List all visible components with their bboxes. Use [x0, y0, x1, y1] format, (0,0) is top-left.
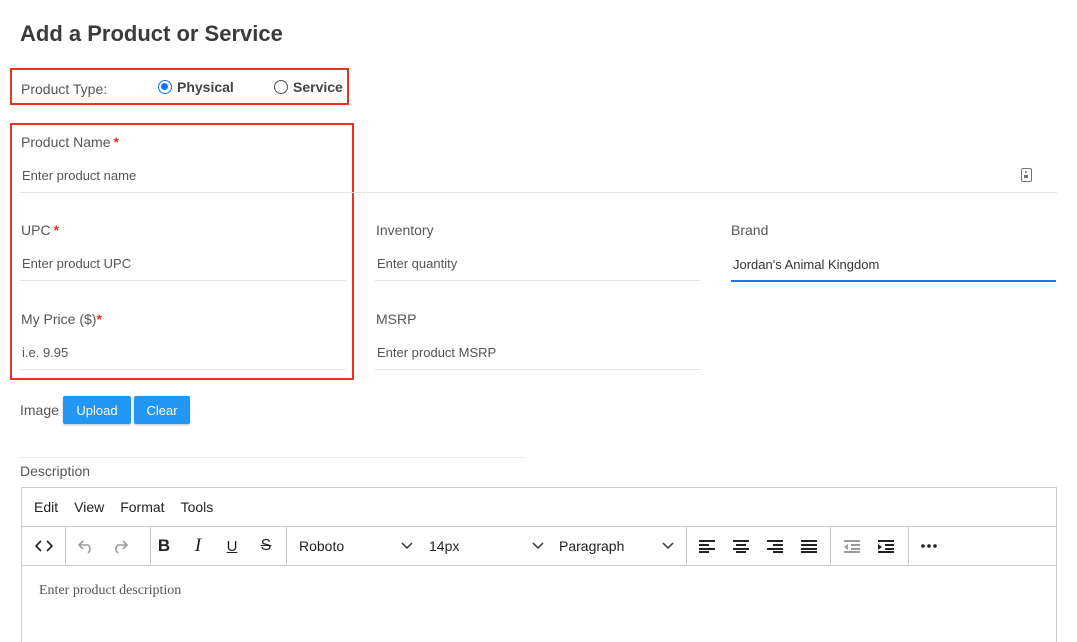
source-code-icon[interactable] [30, 527, 58, 565]
radio-physical-label: Physical [177, 79, 234, 95]
menu-format[interactable]: Format [120, 499, 164, 515]
radio-service[interactable]: Service [274, 79, 343, 95]
required-mark: * [113, 134, 119, 150]
indent-icon[interactable] [872, 527, 900, 565]
block-format-select[interactable]: Paragraph [559, 527, 674, 565]
menu-view[interactable]: View [74, 499, 104, 515]
image-label: Image [20, 402, 59, 418]
italic-icon[interactable]: I [184, 527, 212, 565]
my-price-label: My Price ($)* [21, 311, 102, 327]
outdent-icon[interactable] [838, 527, 866, 565]
radio-service-indicator[interactable] [274, 80, 288, 94]
editor-menubar: Edit View Format Tools [22, 488, 1056, 527]
description-label: Description [20, 463, 91, 479]
radio-physical-indicator[interactable] [158, 80, 172, 94]
radio-service-label: Service [293, 79, 343, 95]
description-editor-body[interactable]: Enter product description [22, 566, 1056, 616]
menu-tools[interactable]: Tools [181, 499, 214, 515]
required-mark: * [53, 222, 60, 238]
divider [20, 457, 525, 458]
align-justify-icon[interactable] [795, 527, 823, 565]
strikethrough-icon[interactable]: S [252, 527, 280, 565]
inventory-label: Inventory [376, 222, 434, 238]
upc-label: UPC * [21, 222, 60, 238]
clear-button[interactable]: Clear [134, 396, 190, 424]
align-left-icon[interactable] [693, 527, 721, 565]
chevron-down-icon [401, 542, 413, 550]
brand-input[interactable] [731, 248, 1056, 282]
block-format-value: Paragraph [559, 538, 625, 554]
font-size-value: 14px [429, 538, 460, 554]
upload-button[interactable]: Upload [63, 396, 131, 424]
upc-input[interactable] [20, 247, 346, 281]
font-family-select[interactable]: Roboto [299, 527, 413, 565]
my-price-input[interactable] [20, 336, 346, 370]
redo-icon[interactable] [106, 527, 134, 565]
inventory-input[interactable] [375, 247, 701, 281]
msrp-label: MSRP [376, 311, 417, 327]
menu-edit[interactable]: Edit [34, 499, 58, 515]
underline-icon[interactable]: U [218, 527, 246, 565]
font-family-value: Roboto [299, 538, 345, 554]
chevron-down-icon [532, 542, 544, 550]
add-product-page: Add a Product or Service Product Type: P… [0, 0, 1077, 642]
more-options-icon[interactable] [915, 527, 943, 565]
page-title: Add a Product or Service [20, 21, 283, 46]
brand-label: Brand [731, 222, 769, 238]
product-name-input[interactable] [20, 159, 1057, 193]
msrp-input[interactable] [375, 336, 701, 370]
undo-icon[interactable] [72, 527, 100, 565]
description-editor: Edit View Format Tools B I U S Roboto 14… [21, 487, 1057, 642]
font-size-select[interactable]: 14px [429, 527, 544, 565]
editor-toolbar: B I U S Roboto 14px Paragraph [22, 527, 1056, 566]
required-mark: * [96, 311, 102, 327]
contact-card-icon[interactable] [1021, 168, 1032, 182]
align-right-icon[interactable] [761, 527, 789, 565]
product-type-label: Product Type: [21, 81, 108, 97]
radio-physical[interactable]: Physical [158, 79, 234, 95]
product-name-label: Product Name * [21, 134, 119, 150]
product-type-group: Product Type: Physical Service [10, 68, 349, 105]
bold-icon[interactable]: B [150, 527, 178, 565]
chevron-down-icon [662, 542, 674, 550]
align-center-icon[interactable] [727, 527, 755, 565]
